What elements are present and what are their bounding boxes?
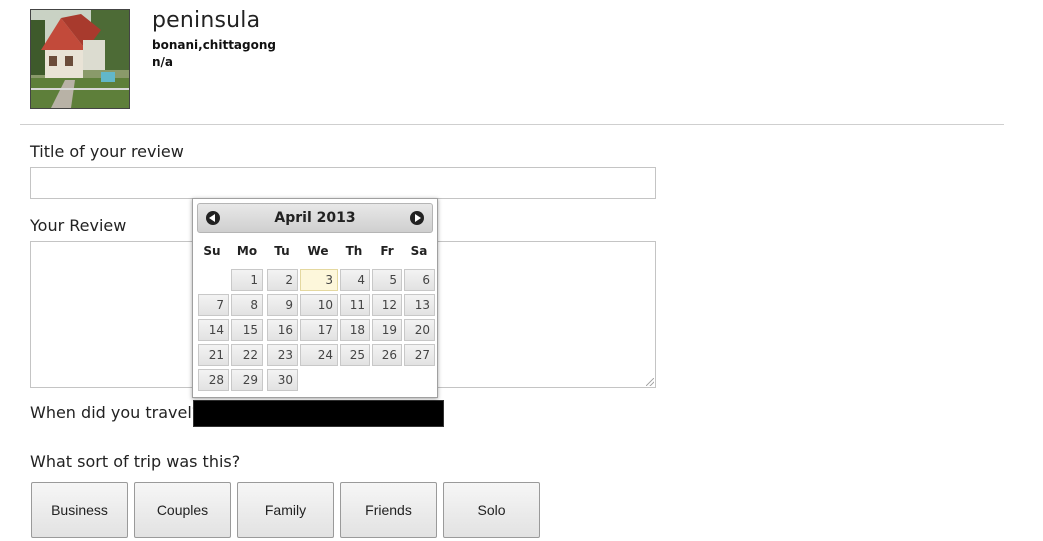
calendar-day-2[interactable]: 2	[267, 269, 298, 291]
calendar-day-3[interactable]: 3	[300, 269, 338, 291]
hotel-location: bonani,chittagong	[152, 38, 276, 52]
review-title-input[interactable]	[30, 167, 656, 199]
datepicker-header: April 2013	[197, 203, 433, 233]
datepicker-popup: April 2013 Su Mo Tu We Th Fr Sa 12345678…	[192, 198, 438, 398]
calendar-day-1[interactable]: 1	[231, 269, 263, 291]
calendar-day-12[interactable]: 12	[372, 294, 402, 316]
calendar-day-19[interactable]: 19	[372, 319, 402, 341]
weekday-header: Fr	[380, 244, 394, 258]
weekday-header: Th	[345, 244, 363, 258]
calendar-day-29[interactable]: 29	[231, 369, 263, 391]
review-title-label: Title of your review	[30, 142, 184, 161]
circle-arrow-right-icon[interactable]	[410, 211, 424, 225]
calendar-day-17[interactable]: 17	[300, 319, 338, 341]
calendar-day-7[interactable]: 7	[198, 294, 229, 316]
calendar-day-11[interactable]: 11	[340, 294, 370, 316]
calendar-day-16[interactable]: 16	[267, 319, 298, 341]
trip-business-button[interactable]: Business	[31, 482, 128, 538]
calendar-day-21[interactable]: 21	[198, 344, 229, 366]
hotel-photo	[30, 9, 130, 109]
calendar-day-4[interactable]: 4	[340, 269, 370, 291]
calendar-day-10[interactable]: 10	[300, 294, 338, 316]
calendar-day-30[interactable]: 30	[267, 369, 298, 391]
trip-friends-button[interactable]: Friends	[340, 482, 437, 538]
calendar-day-27[interactable]: 27	[404, 344, 435, 366]
datepicker-month-title: April 2013	[274, 210, 356, 226]
calendar-day-6[interactable]: 6	[404, 269, 435, 291]
weekday-header: Mo	[236, 244, 258, 258]
weekday-header: Su	[203, 244, 221, 258]
hotel-extra-info: n/a	[152, 55, 174, 69]
trip-type-label: What sort of trip was this?	[30, 452, 241, 471]
calendar-day-24[interactable]: 24	[300, 344, 338, 366]
travel-date-input[interactable]	[193, 400, 444, 427]
calendar-day-8[interactable]: 8	[231, 294, 263, 316]
calendar-day-14[interactable]: 14	[198, 319, 229, 341]
calendar-day-13[interactable]: 13	[404, 294, 435, 316]
trip-family-button[interactable]: Family	[237, 482, 334, 538]
textarea-resize-handle[interactable]	[646, 378, 654, 386]
hotel-name: peninsula	[152, 8, 261, 33]
header-divider	[20, 124, 1004, 125]
calendar-day-23[interactable]: 23	[267, 344, 298, 366]
calendar-day-28[interactable]: 28	[198, 369, 229, 391]
calendar-day-26[interactable]: 26	[372, 344, 402, 366]
calendar-day-25[interactable]: 25	[340, 344, 370, 366]
calendar-day-18[interactable]: 18	[340, 319, 370, 341]
calendar-day-9[interactable]: 9	[267, 294, 298, 316]
weekday-header: Tu	[274, 244, 290, 258]
calendar-day-5[interactable]: 5	[372, 269, 402, 291]
weekday-header: We	[307, 244, 329, 258]
weekday-header: Sa	[410, 244, 428, 258]
trip-solo-button[interactable]: Solo	[443, 482, 540, 538]
review-body-label: Your Review	[30, 216, 127, 235]
travel-date-label: When did you travel?	[30, 403, 201, 422]
calendar-day-22[interactable]: 22	[231, 344, 263, 366]
calendar-day-15[interactable]: 15	[231, 319, 263, 341]
trip-couples-button[interactable]: Couples	[134, 482, 231, 538]
calendar-day-20[interactable]: 20	[404, 319, 435, 341]
